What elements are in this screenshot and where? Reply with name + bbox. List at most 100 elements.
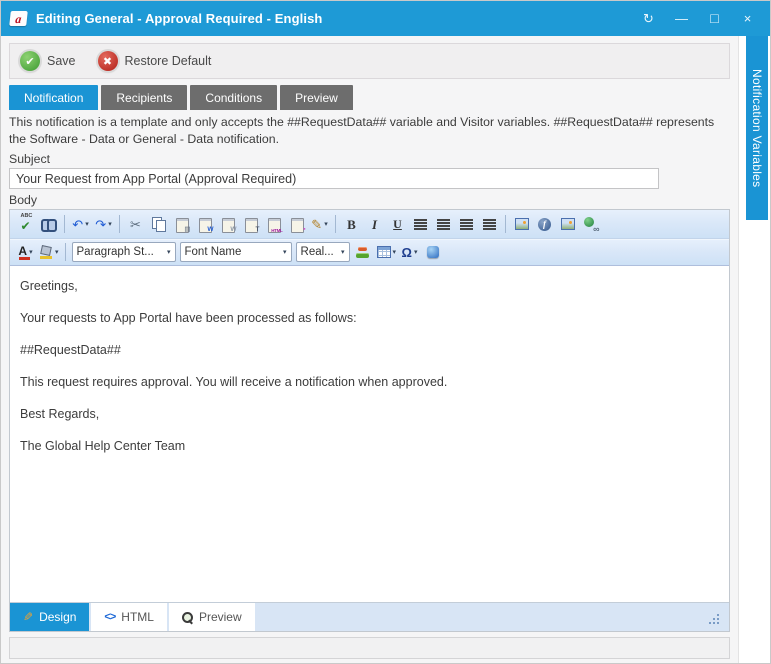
- spellcheck-icon: ✔: [20, 216, 30, 232]
- align-justify-icon: [437, 218, 450, 230]
- font-name-select: Font Name: [185, 246, 242, 258]
- paste-icon: [175, 217, 189, 232]
- paragraph-style-select[interactable]: Paragraph St...▾: [72, 242, 176, 262]
- underline-icon[interactable]: U: [386, 213, 409, 235]
- editor-toolbar-row1: ✔↶▾↷▾✂✎▾BIUf: [10, 210, 729, 239]
- restore-default-button[interactable]: ✖ Restore Default: [98, 51, 212, 71]
- copy-icon[interactable]: [147, 213, 170, 235]
- paste-from-word-icon: [198, 217, 212, 232]
- paste-icon[interactable]: [170, 213, 193, 235]
- font-color-icon[interactable]: A▾: [14, 241, 37, 263]
- media-manager-icon[interactable]: [556, 213, 579, 235]
- find-and-replace-icon[interactable]: [37, 213, 60, 235]
- align-left-icon: [460, 218, 473, 230]
- body-paragraph: Greetings,: [20, 277, 719, 296]
- window-title: Editing General - Approval Required - En…: [36, 11, 632, 26]
- undo-icon: ↶: [72, 218, 83, 231]
- subject-input[interactable]: [9, 168, 659, 189]
- paste-from-word-clean-icon[interactable]: [216, 213, 239, 235]
- cut-icon: ✂: [130, 218, 141, 231]
- tab-conditions[interactable]: Conditions: [190, 85, 277, 110]
- insert-symbol-icon[interactable]: Ω▾: [398, 241, 421, 263]
- image-manager-icon[interactable]: [510, 213, 533, 235]
- rich-text-editor: ✔↶▾↷▾✂✎▾BIUf A▾▾Paragraph St...▾Font Nam…: [9, 209, 730, 632]
- background-color-icon: [39, 246, 53, 259]
- align-justify-icon[interactable]: [432, 213, 455, 235]
- subject-label: Subject: [9, 152, 730, 166]
- underline-icon: U: [393, 218, 402, 230]
- toolbar-separator: [505, 215, 506, 233]
- toolbar-separator: [335, 215, 336, 233]
- toolbar-separator: [65, 243, 66, 261]
- dropdown-caret-icon: ▾: [108, 220, 112, 228]
- mode-tab-design-label: Design: [39, 610, 76, 624]
- hyperlink-manager-icon: [584, 217, 598, 231]
- spellcheck-icon[interactable]: ✔: [14, 213, 37, 235]
- minimize-button[interactable]: —: [665, 1, 698, 36]
- body-paragraph: ##RequestData##: [20, 341, 719, 360]
- right-rail: Notification Variables: [738, 36, 770, 663]
- mode-tab-html[interactable]: <> HTML: [91, 603, 167, 631]
- paste-as-html-icon[interactable]: [262, 213, 285, 235]
- font-name-select[interactable]: Font Name ▾: [180, 242, 292, 262]
- bold-icon[interactable]: B: [340, 213, 363, 235]
- undo-icon[interactable]: ↶▾: [69, 213, 92, 235]
- titlebar: a Editing General - Approval Required - …: [1, 1, 770, 36]
- tab-preview[interactable]: Preview: [280, 85, 353, 110]
- pencil-icon: ✎: [23, 611, 33, 623]
- mode-tab-html-label: HTML: [121, 610, 154, 624]
- editor-content[interactable]: Greetings, Your requests to App Portal h…: [10, 266, 729, 602]
- toolbar-separator: [64, 215, 65, 233]
- paste-from-word-icon[interactable]: [193, 213, 216, 235]
- dropdown-caret-icon: ▾: [85, 220, 89, 228]
- mode-tab-design[interactable]: ✎ Design: [10, 603, 89, 631]
- save-check-icon: ✔: [20, 51, 40, 71]
- paste-plain-text-icon[interactable]: [239, 213, 262, 235]
- module-manager-icon[interactable]: [421, 241, 444, 263]
- maximize-button[interactable]: □: [698, 1, 731, 36]
- body-paragraph: The Global Help Center Team: [20, 437, 719, 456]
- notification-variables-tab[interactable]: Notification Variables: [746, 36, 768, 220]
- app-icon-letter: a: [15, 13, 22, 25]
- magnifier-icon: [182, 612, 193, 623]
- insert-table-icon[interactable]: ▾: [375, 241, 399, 263]
- italic-icon[interactable]: I: [363, 213, 386, 235]
- paste-as-html-icon: [267, 217, 281, 232]
- resize-grip[interactable]: [709, 612, 721, 624]
- align-center-icon[interactable]: [409, 213, 432, 235]
- snippet-icon: [356, 246, 370, 259]
- redo-icon[interactable]: ↷▾: [92, 213, 115, 235]
- font-size-select: Real...: [301, 246, 334, 258]
- editor-mode-bar: ✎ Design <> HTML Preview: [10, 602, 729, 631]
- tab-recipients[interactable]: Recipients: [101, 85, 187, 110]
- dropdown-caret-icon: ▾: [414, 248, 418, 256]
- find-and-replace-icon: [41, 218, 57, 230]
- dropdown-caret-icon: ▾: [283, 248, 287, 256]
- dropdown-caret-icon: ▾: [167, 248, 171, 256]
- module-manager-icon: [427, 246, 439, 258]
- format-stripper-icon[interactable]: ✎▾: [308, 213, 331, 235]
- snippet-icon[interactable]: [352, 241, 375, 263]
- action-bar: ✔ Save ✖ Restore Default: [9, 43, 730, 79]
- align-left-icon[interactable]: [455, 213, 478, 235]
- cut-icon[interactable]: ✂: [124, 213, 147, 235]
- mode-tab-preview[interactable]: Preview: [169, 603, 255, 631]
- paste-markup-icon[interactable]: [285, 213, 308, 235]
- editor-toolbar-row2: A▾▾Paragraph St...▾Font Name▾Real...▾▾Ω▾: [10, 239, 729, 266]
- close-button[interactable]: ×: [731, 1, 764, 36]
- font-size-select[interactable]: Real...▾: [296, 242, 350, 262]
- media-manager-icon: [561, 218, 575, 230]
- main-panel: ✔ Save ✖ Restore Default Notification Re…: [1, 36, 738, 663]
- paste-markup-icon: [290, 217, 304, 232]
- bold-icon: B: [347, 218, 356, 231]
- body-paragraph: Best Regards,: [20, 405, 719, 424]
- template-description: This notification is a template and only…: [9, 114, 730, 148]
- save-button[interactable]: ✔ Save: [20, 51, 76, 71]
- align-right-icon[interactable]: [478, 213, 501, 235]
- flash-manager-icon[interactable]: f: [533, 213, 556, 235]
- refresh-button[interactable]: ↻: [632, 1, 665, 36]
- dialog-window: a Editing General - Approval Required - …: [0, 0, 771, 664]
- background-color-icon[interactable]: ▾: [37, 241, 61, 263]
- hyperlink-manager-icon[interactable]: [579, 213, 602, 235]
- tab-notification[interactable]: Notification: [9, 85, 98, 110]
